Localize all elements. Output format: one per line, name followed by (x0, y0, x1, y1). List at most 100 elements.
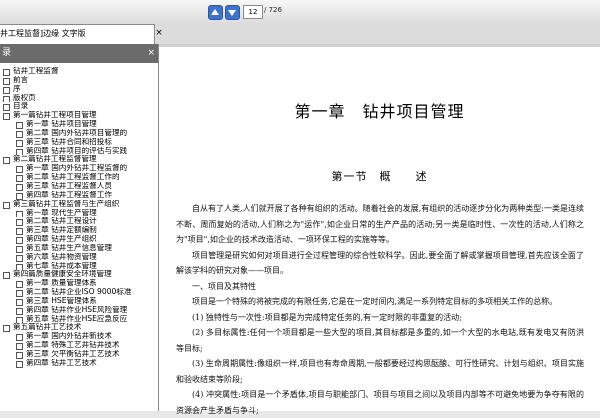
outline-item[interactable]: 第四章 钻井项目的评估与实践 (0, 147, 158, 156)
outline-item[interactable]: 第四章 钻井作业HSE风险管理 (0, 306, 158, 315)
outline-item-label: 第四章 钻井生产组织 (26, 235, 97, 244)
outline-item[interactable]: 第三章 欠平衡钻井工艺技术 (0, 350, 158, 359)
outline-item[interactable]: 第三章 钻井定额编制 (0, 226, 158, 236)
previous-page-icon[interactable] (208, 5, 223, 20)
outline-item-label: 第三章 HSE管理体系 (26, 296, 97, 305)
outline-item-label: 第四章 钻井作业HSE风险管理 (26, 305, 128, 314)
bookmark-expand-icon[interactable] (16, 192, 23, 200)
bookmark-expand-icon[interactable] (3, 113, 10, 121)
outline-item[interactable]: 第四章 钻井工艺技术 (0, 359, 158, 368)
bookmark-expand-icon[interactable] (16, 298, 23, 306)
tab-close-icon[interactable]: × (154, 26, 164, 40)
outline-item[interactable]: 第二章 国内外钻井项目管理的 (0, 129, 158, 138)
bookmark-expand-icon[interactable] (16, 254, 23, 262)
tab-document[interactable]: 井工程监督]边缘 文字版 (0, 24, 155, 44)
bookmark-expand-icon[interactable] (16, 237, 23, 244)
bookmark-expand-icon[interactable] (16, 166, 23, 174)
page-total: / 726 (264, 6, 282, 14)
outline-item[interactable]: 第一章 国内外钻井工程监督的 (0, 164, 158, 174)
bookmark-expand-icon[interactable] (16, 360, 23, 368)
outline-item-label: 第五篇钻井工艺技术 (13, 323, 82, 332)
outline-item[interactable]: 第五章 钻井作业HSE应急反应 (0, 315, 158, 324)
bookmark-expand-icon[interactable] (3, 69, 10, 76)
bookmark-expand-icon[interactable] (16, 219, 23, 227)
outline-item[interactable]: 第二章 钻井工程监督工作的 (0, 173, 158, 182)
outline-item-label: 第三章 钻井合同和招投标 (26, 137, 112, 146)
outline-item[interactable]: 第七章 钻井成本管理 (0, 262, 158, 271)
outline-item[interactable]: 第三篇钻井工程监督与生产组织 (0, 200, 158, 209)
outline-item[interactable]: 第四篇质量健康安全环境管理 (0, 270, 158, 280)
bookmark-expand-icon[interactable] (16, 228, 23, 236)
bookmark-expand-icon[interactable] (16, 307, 23, 315)
document-body: 自从有了人类,人们就开展了各种有组织的活动。随着社会的发展,有组织的活动逐步分化… (176, 201, 584, 418)
outline-item-label: 第一章 国内外钻井工程监督的 (26, 164, 128, 173)
outline-item[interactable]: 第三章 HSE管理体系 (0, 297, 158, 306)
outline-item[interactable]: 序 (0, 85, 158, 94)
bookmark-expand-icon[interactable] (3, 86, 10, 94)
outline-item-label: 版权页 (13, 93, 36, 102)
body-paragraph: 项目是一个特殊的将被完成的有限任务,它是在一定时间内,满足一系列特定目标的多项相… (192, 297, 558, 306)
bookmark-expand-icon[interactable] (16, 175, 23, 182)
outline-item[interactable]: 第二章 特殊工艺井钻井技术 (0, 341, 158, 350)
outline-item[interactable]: 第四章 钻井生产组织 (0, 235, 158, 244)
bookmark-expand-icon[interactable] (3, 272, 10, 280)
bookmark-expand-icon[interactable] (16, 316, 23, 324)
bookmark-expand-icon[interactable] (3, 325, 10, 333)
outline-item-label: 第三章 钻井定额编制 (26, 226, 97, 235)
outline-item[interactable]: 第五篇钻井工艺技术 (0, 323, 158, 333)
next-page-icon[interactable] (225, 5, 240, 20)
bookmark-expand-icon[interactable] (16, 290, 23, 297)
outline-item[interactable]: 第三章 钻井工程监督人员 (0, 182, 158, 191)
bookmark-expand-icon[interactable] (3, 201, 10, 209)
outline-item-label: 钻井工程监督 (13, 67, 59, 75)
body-paragraph: 项目管理是研究如何对项目进行全过程管理的综合性软科学。因此,要全面了解或掌握项目… (176, 250, 584, 276)
outline-item-label: 第四章 钻井项目的评估与实践 (26, 146, 128, 155)
outline-item[interactable]: 第二章 钻井工程设计 (0, 217, 158, 227)
outline-item[interactable]: 第二篇钻井工程监督管理 (0, 155, 158, 165)
bookmark-expand-icon[interactable] (16, 352, 23, 359)
bookmark-expand-icon[interactable] (16, 281, 23, 289)
outline-item[interactable]: 前言 (0, 76, 158, 85)
bookmark-expand-icon[interactable] (16, 334, 23, 342)
outline-item[interactable]: 第一章 现代生产管理 (0, 209, 158, 218)
outline-item-label: 第五章 钻井生产信息管理 (26, 243, 112, 252)
outline-item-label: 第四章 钻井工艺技术 (26, 358, 97, 367)
bookmark-expand-icon[interactable] (16, 139, 23, 147)
outline-item[interactable]: 第一章 钻井项目管理 (0, 120, 158, 129)
bookmark-expand-icon[interactable] (16, 130, 23, 138)
bookmark-expand-icon[interactable] (16, 245, 23, 253)
bookmark-expand-icon[interactable] (16, 148, 23, 156)
outline-item-label: 前言 (13, 75, 29, 84)
outline-item[interactable]: 第一章 质量管理体系 (0, 279, 158, 289)
outline-item[interactable]: 第四章 钻井工程监督工作 (0, 191, 158, 200)
document-page[interactable]: 第一章 钻井项目管理 第一节 概 述 自从有了人类,人们就开展了各种有组织的活动… (159, 44, 600, 415)
bookmark-expand-icon[interactable] (3, 77, 10, 85)
outline-item-label: 第一章 现代生产管理 (26, 208, 97, 217)
sidebar-close-icon[interactable]: × (147, 44, 155, 63)
outline-item[interactable]: 第五章 钻井生产信息管理 (0, 244, 158, 253)
outline-item-label: 第五章 钻井作业HSE应急反应 (26, 314, 128, 323)
outline-item-label: 目录 (13, 102, 29, 111)
outline-item[interactable]: 第一篇钻井工程项目管理 (0, 111, 158, 121)
outline-item-label: 第二章 钻井企业ISO 9000标准 (26, 288, 132, 297)
page-number-input[interactable] (243, 5, 263, 19)
bookmark-expand-icon[interactable] (16, 210, 23, 218)
bookmark-expand-icon[interactable] (16, 343, 23, 350)
outline-item[interactable]: 版权页 (0, 94, 158, 103)
outline-item[interactable]: 第六章 钻井物资管理 (0, 253, 158, 262)
bookmark-expand-icon[interactable] (3, 104, 10, 112)
bookmark-expand-icon[interactable] (16, 263, 23, 271)
bookmark-expand-icon[interactable] (16, 183, 23, 191)
outline-item[interactable]: 第二章 钻井企业ISO 9000标准 (0, 288, 158, 297)
body-paragraph: (1) 独特性与一次性:项目都是为完成特定任务的,有一定时限的非重复的活动; (192, 312, 462, 322)
bookmark-expand-icon[interactable] (16, 122, 23, 129)
outline-item[interactable]: 钻井工程监督 (0, 67, 158, 76)
outline-item-label: 第一篇钻井工程项目管理 (13, 111, 97, 120)
outline-item[interactable]: 第三章 钻井合同和招投标 (0, 138, 158, 147)
outline-item[interactable]: 目录 (0, 102, 158, 112)
outline-item-label: 第四章 钻井工程监督工作 (26, 190, 112, 199)
bookmark-expand-icon[interactable] (3, 95, 10, 103)
bookmark-expand-icon[interactable] (3, 157, 10, 165)
outline-list: 钻井工程监督 前言序版权页 目录 第一篇钻井工程项目管理 第一章 钻井项目管理 第二章 国… (0, 63, 158, 368)
outline-item[interactable]: 第一章 国内外钻井新技术 (0, 332, 158, 342)
